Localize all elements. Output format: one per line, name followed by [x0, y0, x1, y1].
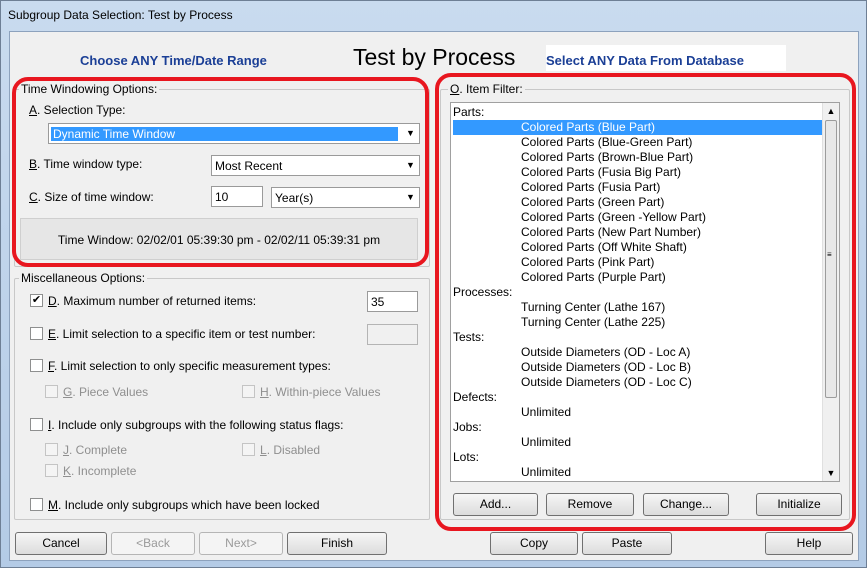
max-items-label: D. Maximum number of returned items: [48, 294, 257, 308]
highlight-ring-time [12, 77, 429, 267]
window-title: Subgroup Data Selection: Test by Process [8, 8, 233, 22]
disabled-checkbox [242, 443, 255, 456]
status-flags-label: I. Include only subgroups with the follo… [48, 418, 344, 432]
within-piece-label: H. Within-piece Values [260, 385, 381, 399]
limit-meas-label: F. Limit selection to only specific meas… [48, 359, 331, 373]
piece-values-label: G. Piece Values [63, 385, 149, 399]
incomplete-checkbox [45, 464, 58, 477]
database-header: Select ANY Data From Database [546, 45, 786, 71]
highlight-ring-filter [435, 73, 856, 531]
help-button[interactable]: Help [765, 532, 853, 555]
incomplete-label: K. Incomplete [63, 464, 137, 478]
max-items-input[interactable]: 35 [367, 291, 418, 312]
limit-item-label: E. Limit selection to a specific item or… [48, 327, 316, 341]
max-items-checkbox[interactable]: ✔ [30, 294, 43, 307]
locked-label: M. Include only subgroups which have bee… [48, 498, 320, 512]
locked-checkbox[interactable] [30, 498, 43, 511]
complete-label: J. Complete [63, 443, 128, 457]
next-button: Next> [199, 532, 283, 555]
piece-values-checkbox [45, 385, 58, 398]
cancel-button[interactable]: Cancel [15, 532, 107, 555]
back-button: <Back [111, 532, 195, 555]
finish-button[interactable]: Finish [287, 532, 387, 555]
misc-options-legend: Miscellaneous Options: [19, 271, 148, 285]
dialog-client: Choose ANY Time/Date Range Test by Proce… [9, 31, 859, 561]
limit-meas-checkbox[interactable] [30, 359, 43, 372]
disabled-label: L. Disabled [260, 443, 321, 457]
misc-options-group: Miscellaneous Options: [14, 271, 430, 520]
within-piece-checkbox [242, 385, 255, 398]
time-range-header: Choose ANY Time/Date Range [80, 53, 267, 68]
limit-item-input [367, 324, 418, 345]
status-flags-checkbox[interactable] [30, 418, 43, 431]
page-title: Test by Process [353, 44, 516, 70]
paste-button[interactable]: Paste [582, 532, 672, 555]
copy-button[interactable]: Copy [490, 532, 578, 555]
dialog-window: Subgroup Data Selection: Test by Process… [0, 0, 867, 568]
limit-item-checkbox[interactable] [30, 327, 43, 340]
complete-checkbox [45, 443, 58, 456]
